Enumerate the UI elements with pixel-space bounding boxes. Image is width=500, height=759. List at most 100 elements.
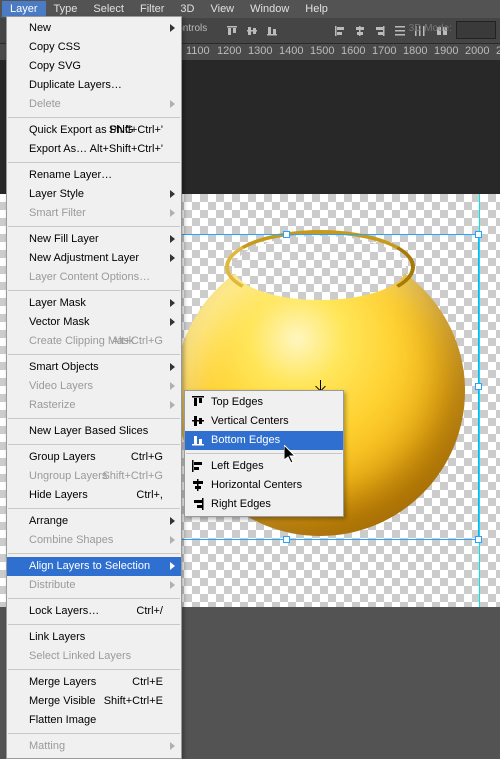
menu-item-label: Copy SVG — [29, 60, 81, 72]
menu-help[interactable]: Help — [297, 1, 336, 17]
menu-filter[interactable]: Filter — [132, 1, 172, 17]
align-right-icon — [191, 497, 205, 511]
menu-item-align-layers-to-selection[interactable]: Align Layers to Selection — [7, 557, 181, 576]
menu-item-rename-layer[interactable]: Rename Layer… — [7, 166, 181, 185]
submenu-arrow-icon — [170, 209, 175, 217]
submenu-item-top-edges[interactable]: Top Edges — [185, 393, 343, 412]
submenu-arrow-icon — [170, 517, 175, 525]
menu-item-new-fill-layer[interactable]: New Fill Layer — [7, 230, 181, 249]
menu-item-label: Matting — [29, 740, 65, 752]
distribute-button-1[interactable] — [390, 21, 410, 41]
align-hcenter-button[interactable] — [350, 21, 370, 41]
submenu-item-horizontal-centers[interactable]: Horizontal Centers — [185, 476, 343, 495]
menu-item-label: Group Layers — [29, 451, 96, 463]
menu-item-combine-shapes: Combine Shapes — [7, 531, 181, 550]
menu-type[interactable]: Type — [46, 1, 86, 17]
menu-item-label: Vector Mask — [29, 316, 90, 328]
menu-item-label: Arrange — [29, 515, 68, 527]
menu-item-export-as[interactable]: Export As…Alt+Shift+Ctrl+' — [7, 140, 181, 159]
menu-item-new-adjustment-layer[interactable]: New Adjustment Layer — [7, 249, 181, 268]
submenu-item-bottom-edges[interactable]: Bottom Edges — [185, 431, 343, 450]
menu-item-label: Layer Style — [29, 188, 84, 200]
menu-select[interactable]: Select — [85, 1, 132, 17]
menu-item-arrange[interactable]: Arrange — [7, 512, 181, 531]
menu-item-label: Smart Filter — [29, 207, 86, 219]
transform-handle[interactable] — [475, 383, 482, 390]
ruler-tick: 1600 — [341, 45, 365, 57]
menu-3d[interactable]: 3D — [172, 1, 202, 17]
menu-item-label: New — [29, 22, 51, 34]
menu-item-smart-objects[interactable]: Smart Objects — [7, 358, 181, 377]
submenu-arrow-icon — [170, 100, 175, 108]
menu-item-vector-mask[interactable]: Vector Mask — [7, 313, 181, 332]
menu-item-flatten-image[interactable]: Flatten Image — [7, 711, 181, 730]
menu-shortcut: Shift+Ctrl+' — [109, 121, 163, 140]
ruler-tick: 1400 — [279, 45, 303, 57]
menu-layer[interactable]: Layer — [2, 1, 46, 17]
transform-handle[interactable] — [283, 536, 290, 543]
submenu-item-left-edges[interactable]: Left Edges — [185, 457, 343, 476]
submenu-item-label: Horizontal Centers — [211, 479, 302, 491]
menu-item-link-layers[interactable]: Link Layers — [7, 628, 181, 647]
menu-item-duplicate-layers[interactable]: Duplicate Layers… — [7, 76, 181, 95]
3d-mode-select[interactable] — [456, 21, 496, 39]
transform-handle[interactable] — [475, 231, 482, 238]
menu-item-merge-layers[interactable]: Merge LayersCtrl+E — [7, 673, 181, 692]
submenu-item-label: Left Edges — [211, 460, 264, 472]
menu-item-matting: Matting — [7, 737, 181, 756]
align-hcenter-icon — [191, 478, 205, 492]
layer-menu-dropdown[interactable]: New Copy CSS Copy SVG Duplicate Layers… Dele… — [6, 16, 182, 759]
vertical-guide[interactable] — [479, 194, 480, 607]
menu-item-smart-filter: Smart Filter — [7, 204, 181, 223]
menu-item-label: Hide Layers — [29, 489, 88, 501]
menu-item-label: Smart Objects — [29, 361, 99, 373]
menu-shortcut: Shift+Ctrl+E — [104, 692, 163, 711]
submenu-item-right-edges[interactable]: Right Edges — [185, 495, 343, 514]
menu-item-label: New Adjustment Layer — [29, 252, 139, 264]
menu-item-copy-css[interactable]: Copy CSS — [7, 38, 181, 57]
menu-item-quick-export-as-png[interactable]: Quick Export as PNGShift+Ctrl+' — [7, 121, 181, 140]
menu-shortcut: Alt+Shift+Ctrl+' — [90, 140, 163, 159]
align-right-button[interactable] — [370, 21, 390, 41]
menu-item-label: Duplicate Layers… — [29, 79, 122, 91]
menu-view[interactable]: View — [202, 1, 242, 17]
align-bottom-button[interactable] — [262, 21, 282, 41]
menu-shortcut: Ctrl+, — [136, 486, 163, 505]
menu-shortcut: Ctrl+E — [132, 673, 163, 692]
transform-handle[interactable] — [283, 231, 290, 238]
submenu-arrow-icon — [170, 299, 175, 307]
menu-item-label: Rasterize — [29, 399, 75, 411]
menu-item-label: Merge Visible — [29, 695, 95, 707]
menu-item-new-layer-based-slices[interactable]: New Layer Based Slices — [7, 422, 181, 441]
menu-item-hide-layers[interactable]: Hide Layers Ctrl+, — [7, 486, 181, 505]
menu-separator — [8, 733, 180, 734]
menu-item-delete: Delete — [7, 95, 181, 114]
transform-handle[interactable] — [475, 536, 482, 543]
align-button-group-1 — [222, 21, 282, 41]
menu-item-copy-svg[interactable]: Copy SVG — [7, 57, 181, 76]
align-top-icon — [191, 395, 205, 409]
menu-item-new[interactable]: New — [7, 19, 181, 38]
menu-separator — [8, 508, 180, 509]
menu-item-group-layers[interactable]: Group LayersCtrl+G — [7, 448, 181, 467]
align-top-button[interactable] — [222, 21, 242, 41]
align-left-button[interactable] — [330, 21, 350, 41]
menu-item-label: Video Layers — [29, 380, 93, 392]
menu-item-lock-layers[interactable]: Lock Layers…Ctrl+/ — [7, 602, 181, 621]
menu-item-merge-visible[interactable]: Merge Visible Shift+Ctrl+E — [7, 692, 181, 711]
menu-item-create-clipping-mask: Create Clipping MaskAlt+Ctrl+G — [7, 332, 181, 351]
submenu-arrow-icon — [170, 536, 175, 544]
submenu-arrow-icon — [170, 235, 175, 243]
menu-shortcut: Shift+Ctrl+G — [102, 467, 163, 486]
align-vcenter-button[interactable] — [242, 21, 262, 41]
menu-separator — [8, 226, 180, 227]
menu-item-layer-style[interactable]: Layer Style — [7, 185, 181, 204]
menu-separator — [8, 624, 180, 625]
menu-item-label: Select Linked Layers — [29, 650, 131, 662]
align-vcenter-icon — [191, 414, 205, 428]
align-submenu[interactable]: Top EdgesVertical CentersBottom Edges Lef… — [184, 390, 344, 517]
submenu-item-vertical-centers[interactable]: Vertical Centers — [185, 412, 343, 431]
menu-window[interactable]: Window — [242, 1, 297, 17]
menu-item-ungroup-layers: Ungroup LayersShift+Ctrl+G — [7, 467, 181, 486]
menu-item-layer-mask[interactable]: Layer Mask — [7, 294, 181, 313]
